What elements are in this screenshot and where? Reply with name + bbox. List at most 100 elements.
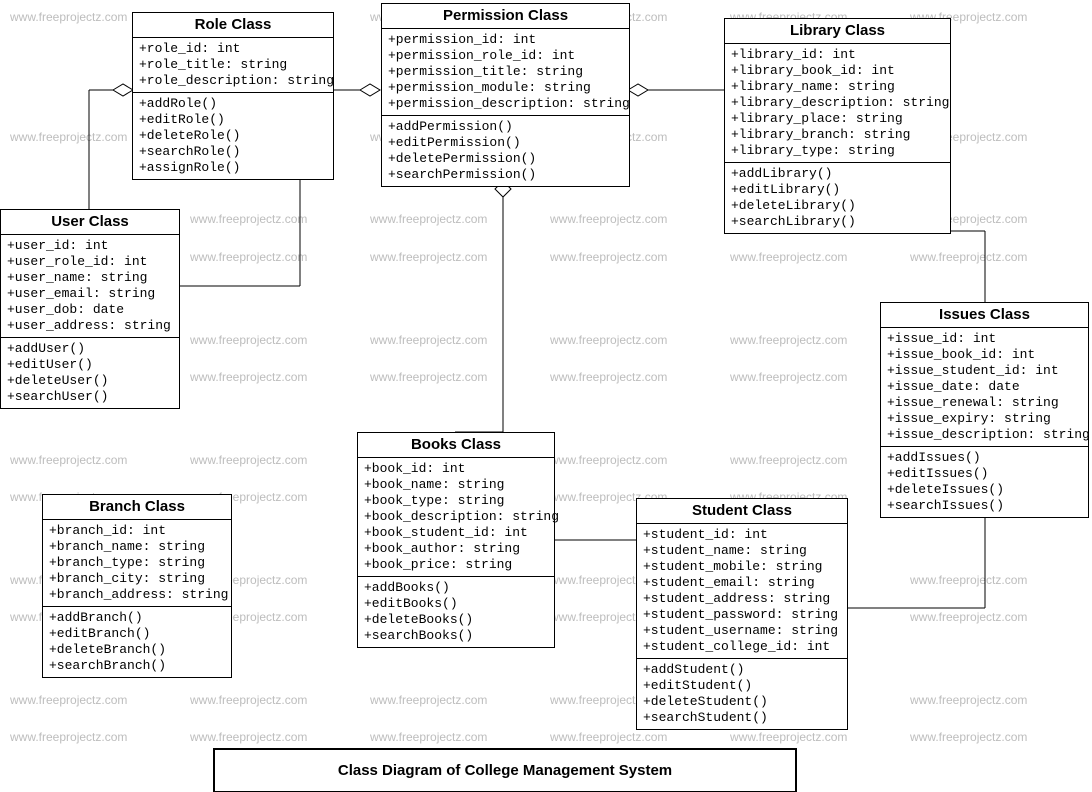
op: +addUser()	[7, 341, 173, 357]
attr: +user_role_id: int	[7, 254, 173, 270]
attr: +permission_description: string	[388, 96, 623, 112]
op: +editRole()	[139, 112, 327, 128]
attr: +student_username: string	[643, 623, 841, 639]
class-operations: +addLibrary() +editLibrary() +deleteLibr…	[725, 163, 950, 233]
diagram-title: Class Diagram of College Management Syst…	[213, 748, 797, 792]
class-operations: +addStudent() +editStudent() +deleteStud…	[637, 659, 847, 729]
attr: +permission_id: int	[388, 32, 623, 48]
op: +addLibrary()	[731, 166, 944, 182]
class-attributes: +student_id: int +student_name: string +…	[637, 524, 847, 659]
class-title: Issues Class	[881, 303, 1088, 328]
class-attributes: +issue_id: int +issue_book_id: int +issu…	[881, 328, 1088, 447]
op: +editLibrary()	[731, 182, 944, 198]
op: +deletePermission()	[388, 151, 623, 167]
attr: +student_email: string	[643, 575, 841, 591]
attr: +library_place: string	[731, 111, 944, 127]
class-operations: +addBooks() +editBooks() +deleteBooks() …	[358, 577, 554, 647]
op: +deleteBooks()	[364, 612, 548, 628]
attr: +book_author: string	[364, 541, 548, 557]
attr: +user_name: string	[7, 270, 173, 286]
attr: +student_address: string	[643, 591, 841, 607]
attr: +student_password: string	[643, 607, 841, 623]
attr: +library_branch: string	[731, 127, 944, 143]
op: +editUser()	[7, 357, 173, 373]
attr: +permission_title: string	[388, 64, 623, 80]
attr: +library_name: string	[731, 79, 944, 95]
class-operations: +addUser() +editUser() +deleteUser() +se…	[1, 338, 179, 408]
attr: +library_description: string	[731, 95, 944, 111]
attr: +student_mobile: string	[643, 559, 841, 575]
op: +assignRole()	[139, 160, 327, 176]
attr: +user_address: string	[7, 318, 173, 334]
op: +deleteStudent()	[643, 694, 841, 710]
class-title: Permission Class	[382, 4, 629, 29]
attr: +issue_book_id: int	[887, 347, 1082, 363]
op: +searchStudent()	[643, 710, 841, 726]
class-permission: Permission Class +permission_id: int +pe…	[381, 3, 630, 187]
class-branch: Branch Class +branch_id: int +branch_nam…	[42, 494, 232, 678]
class-attributes: +role_id: int +role_title: string +role_…	[133, 38, 333, 93]
op: +searchUser()	[7, 389, 173, 405]
class-library: Library Class +library_id: int +library_…	[724, 18, 951, 234]
op: +deleteUser()	[7, 373, 173, 389]
class-attributes: +user_id: int +user_role_id: int +user_n…	[1, 235, 179, 338]
attr: +book_id: int	[364, 461, 548, 477]
op: +searchRole()	[139, 144, 327, 160]
diagram-canvas: Role Class +role_id: int +role_title: st…	[0, 0, 1092, 792]
attr: +issue_expiry: string	[887, 411, 1082, 427]
op: +addPermission()	[388, 119, 623, 135]
attr: +branch_type: string	[49, 555, 225, 571]
attr: +permission_module: string	[388, 80, 623, 96]
class-title: Library Class	[725, 19, 950, 44]
op: +searchIssues()	[887, 498, 1082, 514]
class-operations: +addPermission() +editPermission() +dele…	[382, 116, 629, 186]
op: +editIssues()	[887, 466, 1082, 482]
op: +editBranch()	[49, 626, 225, 642]
class-title: Student Class	[637, 499, 847, 524]
attr: +student_college_id: int	[643, 639, 841, 655]
op: +editBooks()	[364, 596, 548, 612]
class-operations: +addIssues() +editIssues() +deleteIssues…	[881, 447, 1088, 517]
class-books: Books Class +book_id: int +book_name: st…	[357, 432, 555, 648]
op: +searchPermission()	[388, 167, 623, 183]
class-title: Branch Class	[43, 495, 231, 520]
attr: +branch_id: int	[49, 523, 225, 539]
op: +editStudent()	[643, 678, 841, 694]
op: +deleteRole()	[139, 128, 327, 144]
attr: +branch_address: string	[49, 587, 225, 603]
class-issues: Issues Class +issue_id: int +issue_book_…	[880, 302, 1089, 518]
class-role: Role Class +role_id: int +role_title: st…	[132, 12, 334, 180]
class-attributes: +book_id: int +book_name: string +book_t…	[358, 458, 554, 577]
attr: +library_book_id: int	[731, 63, 944, 79]
attr: +book_student_id: int	[364, 525, 548, 541]
op: +addIssues()	[887, 450, 1082, 466]
op: +addBooks()	[364, 580, 548, 596]
attr: +book_description: string	[364, 509, 548, 525]
class-title: User Class	[1, 210, 179, 235]
attr: +book_price: string	[364, 557, 548, 573]
attr: +issue_renewal: string	[887, 395, 1082, 411]
attr: +role_description: string	[139, 73, 327, 89]
attr: +role_title: string	[139, 57, 327, 73]
attr: +issue_student_id: int	[887, 363, 1082, 379]
attr: +user_id: int	[7, 238, 173, 254]
class-operations: +addRole() +editRole() +deleteRole() +se…	[133, 93, 333, 179]
attr: +student_name: string	[643, 543, 841, 559]
attr: +issue_date: date	[887, 379, 1082, 395]
op: +searchBooks()	[364, 628, 548, 644]
op: +editPermission()	[388, 135, 623, 151]
attr: +role_id: int	[139, 41, 327, 57]
class-attributes: +branch_id: int +branch_name: string +br…	[43, 520, 231, 607]
op: +addStudent()	[643, 662, 841, 678]
class-student: Student Class +student_id: int +student_…	[636, 498, 848, 730]
op: +searchLibrary()	[731, 214, 944, 230]
attr: +library_type: string	[731, 143, 944, 159]
op: +addRole()	[139, 96, 327, 112]
attr: +permission_role_id: int	[388, 48, 623, 64]
class-user: User Class +user_id: int +user_role_id: …	[0, 209, 180, 409]
attr: +book_type: string	[364, 493, 548, 509]
diagram-title-text: Class Diagram of College Management Syst…	[338, 762, 672, 779]
attr: +user_email: string	[7, 286, 173, 302]
op: +deleteIssues()	[887, 482, 1082, 498]
attr: +branch_city: string	[49, 571, 225, 587]
